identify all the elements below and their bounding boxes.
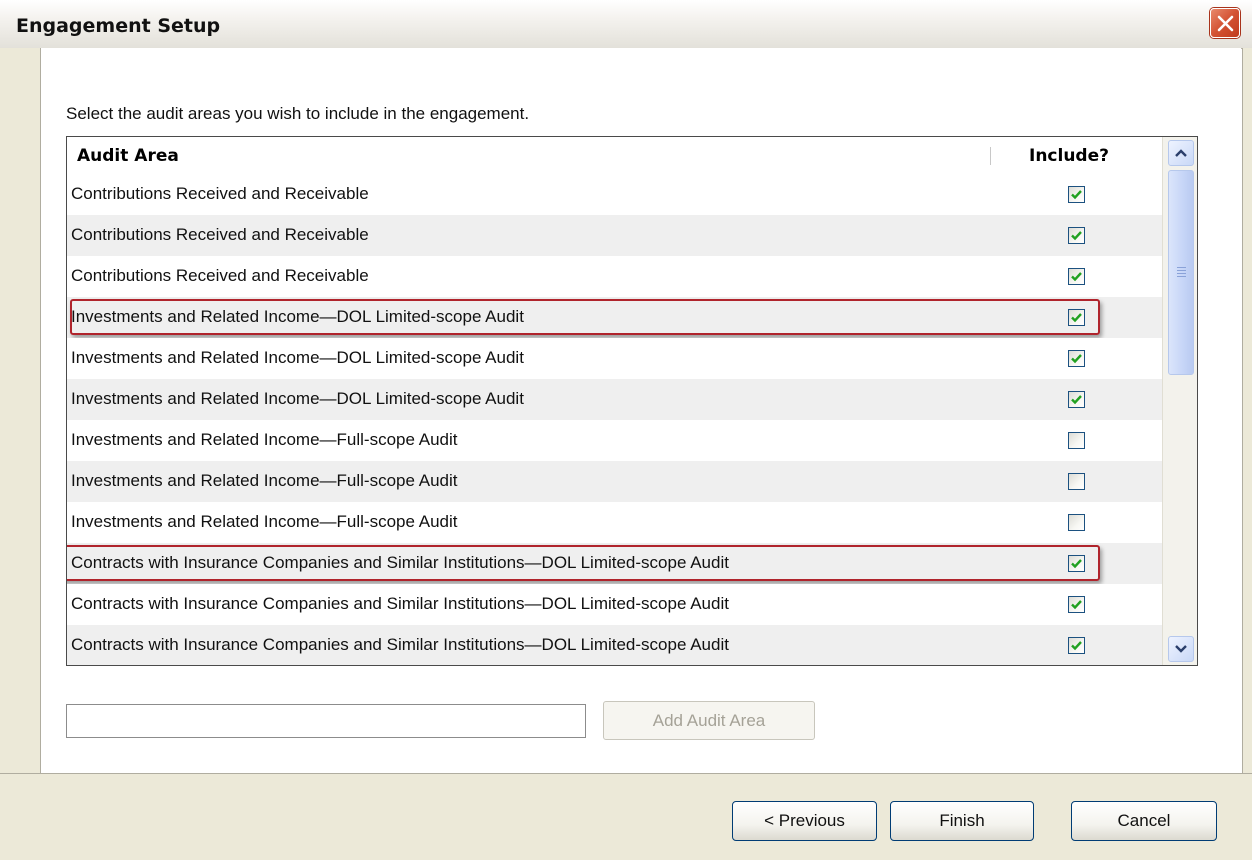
title-bar: Engagement Setup (0, 0, 1252, 49)
include-checkbox[interactable] (1068, 596, 1085, 613)
table-row[interactable]: Investments and Related Income—DOL Limit… (67, 379, 1162, 420)
table-row[interactable]: Investments and Related Income—DOL Limit… (67, 297, 1162, 338)
previous-button[interactable]: < Previous (732, 801, 877, 841)
audit-area-label: Investments and Related Income—Full-scop… (71, 471, 458, 490)
chevron-down-icon (1175, 645, 1187, 653)
cancel-button[interactable]: Cancel (1071, 801, 1217, 841)
include-checkbox[interactable] (1068, 350, 1085, 367)
table-row[interactable]: Investments and Related Income—DOL Limit… (67, 338, 1162, 379)
table-row[interactable]: Contracts with Insurance Companies and S… (67, 584, 1162, 625)
chevron-up-icon (1175, 149, 1187, 157)
table-row[interactable]: Investments and Related Income—Full-scop… (67, 420, 1162, 461)
column-separator[interactable] (990, 147, 991, 165)
scroll-thumb[interactable] (1168, 170, 1194, 375)
audit-area-label: Contributions Received and Receivable (71, 184, 369, 203)
include-checkbox[interactable] (1068, 309, 1085, 326)
vertical-scrollbar[interactable] (1162, 137, 1197, 665)
include-checkbox[interactable] (1068, 514, 1085, 531)
close-button[interactable] (1210, 8, 1240, 38)
include-checkbox[interactable] (1068, 268, 1085, 285)
table-row[interactable]: Contributions Received and Receivable (67, 256, 1162, 297)
audit-area-label: Contributions Received and Receivable (71, 225, 369, 244)
include-checkbox[interactable] (1068, 555, 1085, 572)
table-row[interactable]: Investments and Related Income—Full-scop… (67, 502, 1162, 543)
column-header-audit-area[interactable]: Audit Area (77, 146, 179, 166)
checkmark-icon (1071, 600, 1082, 610)
include-checkbox[interactable] (1068, 391, 1085, 408)
audit-area-label: Contracts with Insurance Companies and S… (71, 594, 729, 613)
audit-area-label: Investments and Related Income—DOL Limit… (71, 307, 524, 326)
window-title: Engagement Setup (16, 15, 221, 37)
grid-header: Audit Area Include? (67, 137, 1162, 174)
table-row[interactable]: Contributions Received and Receivable (67, 174, 1162, 215)
dialog-footer: < Previous Finish Cancel (0, 773, 1252, 860)
audit-area-label: Contracts with Insurance Companies and S… (71, 553, 729, 572)
finish-button[interactable]: Finish (890, 801, 1034, 841)
scroll-down-button[interactable] (1168, 636, 1194, 662)
include-checkbox[interactable] (1068, 432, 1085, 449)
audit-area-label: Investments and Related Income—Full-scop… (71, 512, 458, 531)
checkmark-icon (1071, 231, 1082, 241)
audit-area-label: Investments and Related Income—DOL Limit… (71, 389, 524, 408)
audit-area-label: Contracts with Insurance Companies and S… (71, 635, 729, 654)
audit-area-grid: Audit Area Include? Contributions Receiv… (66, 136, 1198, 666)
checkmark-icon (1071, 354, 1082, 364)
table-row[interactable]: Investments and Related Income—Full-scop… (67, 461, 1162, 502)
audit-area-label: Contributions Received and Receivable (71, 266, 369, 285)
frame-right (1242, 48, 1252, 773)
instruction-text: Select the audit areas you wish to inclu… (66, 104, 530, 123)
column-header-include[interactable]: Include? (1029, 146, 1109, 166)
checkmark-icon (1071, 313, 1082, 323)
table-row[interactable]: Contracts with Insurance Companies and S… (67, 543, 1162, 584)
checkmark-icon (1071, 641, 1082, 651)
close-icon (1217, 15, 1234, 32)
table-row[interactable]: Contributions Received and Receivable (67, 215, 1162, 256)
audit-area-label: Investments and Related Income—DOL Limit… (71, 348, 524, 367)
grid-rows: Contributions Received and Receivable Con… (67, 174, 1162, 665)
include-checkbox[interactable] (1068, 637, 1085, 654)
checkmark-icon (1071, 559, 1082, 569)
table-row[interactable]: Contracts with Insurance Companies and S… (67, 625, 1162, 665)
checkmark-icon (1071, 190, 1082, 200)
scroll-up-button[interactable] (1168, 140, 1194, 166)
checkmark-icon (1071, 395, 1082, 405)
frame-left (0, 48, 41, 773)
include-checkbox[interactable] (1068, 473, 1085, 490)
audit-area-input[interactable] (66, 704, 586, 738)
checkmark-icon (1071, 272, 1082, 282)
include-checkbox[interactable] (1068, 186, 1085, 203)
audit-area-label: Investments and Related Income—Full-scop… (71, 430, 458, 449)
include-checkbox[interactable] (1068, 227, 1085, 244)
add-audit-area-button[interactable]: Add Audit Area (603, 701, 815, 740)
